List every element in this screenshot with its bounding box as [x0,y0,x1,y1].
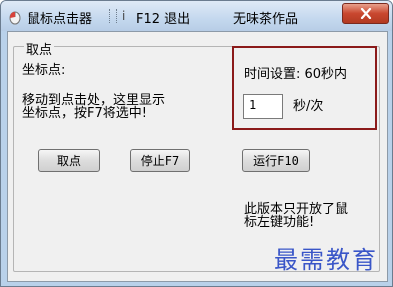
interval-input[interactable]: 1 [243,94,283,119]
stop-f7-button[interactable]: 停止F7 [130,149,190,172]
mouse-app-icon [7,9,23,25]
watermark: 最需教育 [274,246,378,274]
coordinate-label: 坐标点: [22,63,66,78]
author-menu-item[interactable]: 无味茶作品 [233,8,298,27]
group-label: 取点 [24,39,55,58]
hint-text-line2: 坐标点，按F7将选中! [22,106,147,121]
title-bar: 鼠标点击器 i F12 退出 无味茶作品 [1,1,392,31]
close-button[interactable] [342,3,389,24]
separator-glyph: i [122,9,126,23]
window-title: 鼠标点击器 [27,12,93,27]
close-icon [360,4,372,23]
time-setting-label: 时间设置: 60秒内 [244,67,348,82]
info-text-line2: 标左键功能! [244,215,315,230]
run-f10-button[interactable]: 运行F10 [242,149,310,172]
pick-point-button[interactable]: 取点 [38,149,100,172]
interval-unit-label: 秒/次 [293,99,324,114]
toolbar-separator [109,9,117,23]
exit-f12-menu-item[interactable]: F12 退出 [136,8,190,27]
